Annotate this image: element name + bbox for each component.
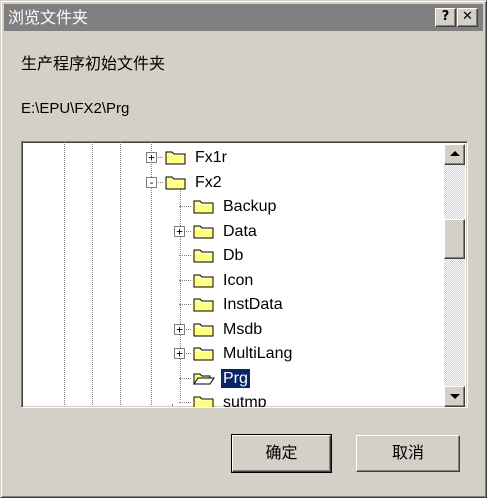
title-bar[interactable]: 浏览文件夹 ? ✕ xyxy=(4,4,483,31)
tree-guide-line xyxy=(92,142,93,405)
tree-item[interactable]: Msdb xyxy=(193,318,264,340)
tree-item-label: Fx2 xyxy=(195,173,222,191)
expand-icon[interactable]: + xyxy=(174,348,185,359)
folder-icon xyxy=(165,151,186,165)
tree-item[interactable]: Icon xyxy=(193,269,255,291)
folder-icon xyxy=(193,200,214,214)
up-arrow-icon xyxy=(450,151,460,156)
tree-item[interactable]: sutmp xyxy=(193,391,269,408)
dialog-prompt: 生产程序初始文件夹 xyxy=(21,54,166,73)
window-title: 浏览文件夹 xyxy=(8,8,89,27)
tree-item[interactable]: MultiLang xyxy=(193,342,294,364)
tree-connector xyxy=(179,402,191,403)
browse-folder-dialog: 浏览文件夹 ? ✕ 生产程序初始文件夹 E:\EPU\FX2\Prg + Fx1r… xyxy=(0,0,487,498)
collapse-icon[interactable]: - xyxy=(146,177,157,188)
folder-icon xyxy=(193,396,214,407)
help-button[interactable]: ? xyxy=(435,8,456,27)
tree-item-label: Msdb xyxy=(223,320,263,338)
tree-item[interactable]: Fx2 xyxy=(165,171,224,193)
tree-item-label: sutmp xyxy=(223,393,267,408)
tree-item-label: Fx1r xyxy=(195,148,227,166)
tree-connector xyxy=(179,280,191,281)
tree-item-label: InstData xyxy=(223,295,283,313)
tree-guide-line xyxy=(64,142,65,405)
tree-connector xyxy=(179,255,191,256)
tree-item-label: Prg xyxy=(220,367,251,389)
folder-icon xyxy=(193,249,214,263)
folder-icon xyxy=(193,298,214,312)
scroll-up-button[interactable] xyxy=(444,144,465,165)
expand-icon[interactable]: + xyxy=(146,152,157,163)
tree-item-label: MultiLang xyxy=(223,344,293,362)
tree-connector xyxy=(179,304,191,305)
open-folder-icon xyxy=(193,373,215,385)
tree-guide-line xyxy=(180,182,181,400)
tree-item-label: Data xyxy=(223,222,257,240)
tree-item-label: Db xyxy=(223,246,244,264)
tree-guide-line xyxy=(120,142,121,405)
current-path: E:\EPU\FX2\Prg xyxy=(21,100,130,117)
tree-item-label: Icon xyxy=(223,271,254,289)
expand-icon[interactable]: + xyxy=(174,324,185,335)
folder-icon xyxy=(165,176,186,190)
folder-icon xyxy=(193,274,214,288)
tree-guide-line xyxy=(172,404,173,407)
folder-icon xyxy=(193,347,214,361)
close-button[interactable]: ✕ xyxy=(457,8,478,27)
tree-connector xyxy=(179,206,191,207)
tree-item[interactable]: InstData xyxy=(193,293,285,315)
tree-item[interactable]: Fx1r xyxy=(165,146,229,168)
down-arrow-icon xyxy=(450,394,460,399)
tree-item[interactable]: Prg xyxy=(193,367,251,389)
tree-item[interactable]: Backup xyxy=(193,195,278,217)
tree-item[interactable]: Data xyxy=(193,220,259,242)
scroll-thumb[interactable] xyxy=(444,219,465,259)
tree-item-label: Backup xyxy=(223,197,277,215)
folder-tree[interactable]: + Fx1r - Fx2 Backup + Data Db Icon InstData + Msdb +… xyxy=(21,141,468,408)
vertical-scrollbar[interactable] xyxy=(444,144,465,407)
tree-connector xyxy=(179,378,191,379)
tree-item[interactable]: Db xyxy=(193,244,245,266)
folder-icon xyxy=(193,225,214,239)
cancel-button[interactable]: 取消 xyxy=(356,435,460,472)
ok-button[interactable]: 确定 xyxy=(231,434,332,473)
folder-icon xyxy=(193,323,214,337)
expand-icon[interactable]: + xyxy=(174,226,185,237)
scroll-down-button[interactable] xyxy=(444,386,465,407)
